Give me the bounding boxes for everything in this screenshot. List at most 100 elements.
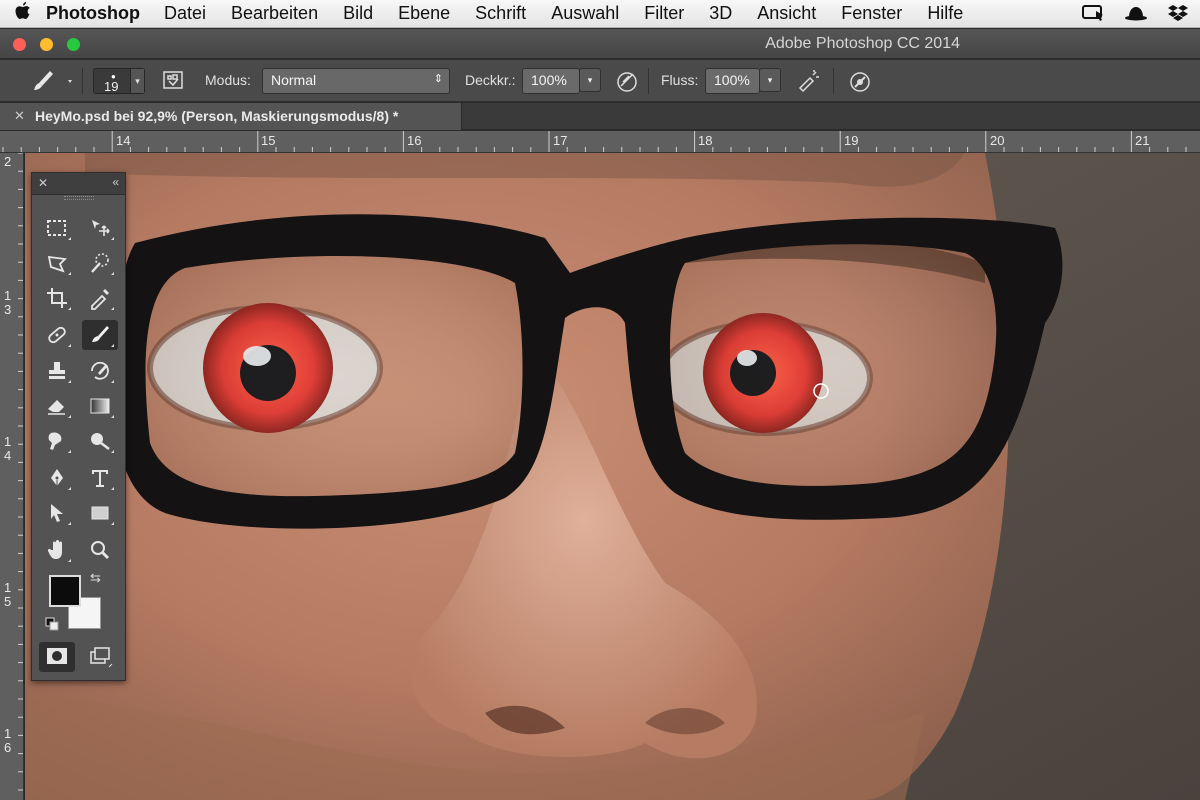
brush-panel-toggle[interactable] <box>160 68 188 94</box>
stamp-icon <box>49 362 65 379</box>
brush-icon <box>34 71 72 90</box>
type-tool[interactable] <box>82 463 118 493</box>
type-icon <box>92 470 108 487</box>
tool-preset-picker[interactable] <box>28 68 78 94</box>
hand-tool[interactable] <box>39 535 75 565</box>
tools-panel: ✕ « ⇆ <box>31 172 126 681</box>
brush-size-picker[interactable]: ● 19 ▾ <box>93 68 145 94</box>
polygonal-lasso-tool[interactable] <box>39 248 75 278</box>
swap-colors-icon[interactable]: ⇆ <box>90 570 101 586</box>
menu-auswahl[interactable]: Auswahl <box>551 3 619 24</box>
opacity-input[interactable]: 100% <box>522 68 580 94</box>
path-selection-tool[interactable] <box>39 498 75 528</box>
mode-select[interactable]: Normal ⇕ <box>262 68 450 94</box>
clone-stamp-tool[interactable] <box>39 356 75 386</box>
eyedropper-tool[interactable] <box>82 283 118 313</box>
dodge-tool[interactable] <box>82 426 118 456</box>
screen-sharing-icon[interactable] <box>1082 3 1106 23</box>
rectangular-marquee-tool[interactable] <box>39 213 75 243</box>
pressure-opacity-button[interactable] <box>612 68 642 94</box>
menu-schrift[interactable]: Schrift <box>475 3 526 24</box>
magnifier-icon <box>91 541 110 560</box>
menu-bild[interactable]: Bild <box>343 3 373 24</box>
crop-tool[interactable] <box>39 283 75 313</box>
dodge-icon <box>91 433 110 450</box>
quick-selection-icon <box>91 253 109 273</box>
separator <box>648 68 649 94</box>
pen-tool[interactable] <box>39 463 75 493</box>
opacity-label: Deckkr.: <box>465 72 516 88</box>
opacity-dropdown-button[interactable]: ▾ <box>579 68 601 92</box>
menu-filter[interactable]: Filter <box>644 3 684 24</box>
ruler-vertical[interactable]: 2 1 3 1 4 1 5 1 6 <box>0 153 24 800</box>
menu-fenster[interactable]: Fenster <box>841 3 902 24</box>
ruler-label: 1 4 <box>4 434 12 463</box>
hand-icon <box>47 540 62 559</box>
mode-select-value: Normal <box>271 72 317 88</box>
dropbox-icon[interactable] <box>1166 3 1190 23</box>
ruler-label: 15 <box>261 133 276 148</box>
move-tool[interactable] <box>82 213 118 243</box>
flow-input[interactable]: 100% <box>705 68 760 94</box>
document-tab[interactable]: ✕ HeyMo.psd bei 92,9% (Person, Maskierun… <box>0 103 462 130</box>
brush-size-value: 19 <box>104 79 119 94</box>
menu-ansicht[interactable]: Ansicht <box>757 3 816 24</box>
window-minimize-button[interactable] <box>40 38 53 51</box>
flow-label: Fluss: <box>661 72 699 88</box>
flow-dropdown-button[interactable]: ▾ <box>759 68 781 92</box>
window-close-button[interactable] <box>13 38 26 51</box>
ruler-label: 2 <box>4 154 12 169</box>
spot-healing-brush-tool[interactable] <box>39 320 75 350</box>
screen-mode-button[interactable] <box>82 642 118 672</box>
move-icon <box>92 220 110 236</box>
pen-nib-icon <box>51 469 63 486</box>
ruler-label: 21 <box>1135 133 1150 148</box>
airbrush-icon <box>798 70 819 93</box>
marquee-icon <box>47 220 66 236</box>
quick-mask-icon <box>47 648 67 664</box>
quick-selection-tool[interactable] <box>82 248 118 278</box>
menu-ebene[interactable]: Ebene <box>398 3 450 24</box>
close-icon[interactable]: ✕ <box>38 176 48 190</box>
window-titlebar: Adobe Photoshop CC 2014 <box>0 29 1200 59</box>
default-colors-icon[interactable] <box>45 617 59 631</box>
tools-panel-header[interactable]: ✕ « <box>32 173 125 195</box>
pressure-size-button[interactable] <box>845 68 875 94</box>
menu-bearbeiten[interactable]: Bearbeiten <box>231 3 318 24</box>
portrait-photo <box>25 153 1200 800</box>
foreground-color-swatch[interactable] <box>49 575 81 607</box>
menu-datei[interactable]: Datei <box>164 3 206 24</box>
ruler-horizontal[interactable]: 14 15 16 17 18 19 20 21 <box>0 131 1200 153</box>
close-tab-icon[interactable]: ✕ <box>14 108 25 124</box>
ruler-ticks <box>18 153 23 791</box>
ruler-label: 20 <box>990 133 1005 148</box>
gradient-tool[interactable] <box>82 391 118 421</box>
eyedropper-icon <box>91 289 109 310</box>
menu-hilfe[interactable]: Hilfe <box>927 3 963 24</box>
airbrush-button[interactable] <box>794 68 824 94</box>
panel-grip[interactable] <box>64 196 94 200</box>
smudge-tool[interactable] <box>39 426 75 456</box>
bowler-hat-icon[interactable] <box>1124 3 1148 23</box>
ruler-label: 1 6 <box>4 726 12 755</box>
document-canvas[interactable] <box>25 153 1200 800</box>
pen-pressure-size-icon <box>850 72 870 92</box>
menu-app-name[interactable]: Photoshop <box>46 3 140 24</box>
arrow-pointer-icon <box>51 504 63 522</box>
quick-mask-button[interactable] <box>39 642 75 672</box>
rectangle-tool[interactable] <box>82 498 118 528</box>
zoom-tool[interactable] <box>82 535 118 565</box>
ruler-ticks <box>2 131 1187 152</box>
ruler-label: 17 <box>553 133 568 148</box>
apple-menu-icon[interactable] <box>0 1 46 27</box>
ruler-label: 14 <box>116 133 131 148</box>
menu-3d[interactable]: 3D <box>709 3 732 24</box>
pen-pressure-icon <box>617 72 637 92</box>
history-brush-tool[interactable] <box>82 356 118 386</box>
collapse-icon[interactable]: « <box>112 175 119 189</box>
eraser-tool[interactable] <box>39 391 75 421</box>
tool-options-bar: ● 19 ▾ Modus: Normal ⇕ Deckkr.: 100% ▾ F… <box>0 60 1200 102</box>
chevron-down-icon: ▾ <box>767 75 773 85</box>
brush-tool[interactable] <box>82 320 118 350</box>
window-zoom-button[interactable] <box>67 38 80 51</box>
